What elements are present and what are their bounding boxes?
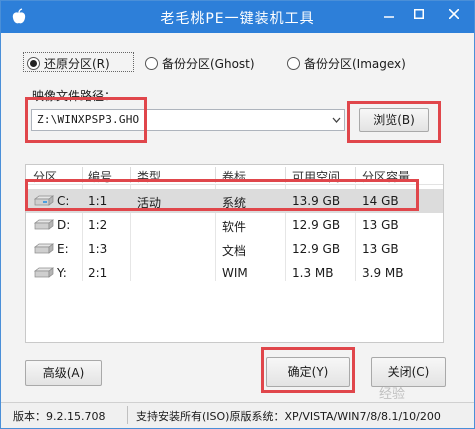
maximize-button[interactable] — [404, 1, 434, 27]
browse-button[interactable]: 浏览(B) — [359, 108, 429, 132]
radio-backup-imagex[interactable]: 备份分区(Imagex) — [287, 54, 406, 72]
column-header[interactable]: 分区 — [33, 168, 57, 185]
image-path-combobox[interactable]: Z:\WINXPSP3.GHO — [31, 109, 345, 131]
column-header[interactable]: 可用空间 — [292, 168, 340, 185]
partition-table[interactable]: 分区 编号 类型 卷标 可用空间 分区容量 C: 1:1 活动 系统 13.9 … — [25, 164, 444, 343]
column-header[interactable]: 类型 — [137, 168, 161, 185]
radio-backup-ghost[interactable]: 备份分区(Ghost) — [145, 54, 255, 72]
cell-size: 3.9 MB — [362, 266, 404, 280]
title-bar[interactable]: 老毛桃PE一键装机工具 — [1, 1, 474, 33]
hard-drive-icon — [33, 243, 55, 254]
cell-drive: Y: — [57, 266, 67, 280]
cell-free: 12.9 GB — [292, 218, 341, 232]
table-header: 分区 编号 类型 卷标 可用空间 分区容量 — [26, 165, 443, 185]
cell-free: 1.3 MB — [292, 266, 334, 280]
image-path-value: Z:\WINXPSP3.GHO — [37, 113, 140, 126]
radio-dot — [145, 56, 158, 70]
radio-dot — [287, 56, 300, 70]
radio-label: 备份分区(Imagex) — [304, 56, 406, 71]
hard-drive-icon — [33, 195, 55, 206]
cell-number: 1:1 — [88, 194, 108, 208]
status-divider — [127, 406, 128, 424]
header-divider — [355, 167, 356, 183]
column-header[interactable]: 卷标 — [222, 168, 246, 185]
close-window-button[interactable] — [434, 1, 474, 27]
chevron-down-icon[interactable] — [332, 116, 341, 124]
table-row[interactable]: D: 1:2 软件 12.9 GB 13 GB — [26, 213, 443, 237]
cell-label: 软件 — [222, 220, 247, 234]
ok-button[interactable]: 确定(Y) — [266, 357, 350, 387]
header-divider — [82, 167, 83, 183]
cell-free: 13.9 GB — [292, 194, 341, 208]
status-bar: 版本：9.2.15.708 支持安装所有(ISO)原版系统：XP/VISTA/W… — [1, 402, 474, 428]
table-row[interactable]: C: 1:1 活动 系统 13.9 GB 14 GB — [26, 189, 443, 213]
header-divider — [130, 167, 131, 183]
minimize-button[interactable] — [374, 1, 404, 27]
close-icon — [449, 9, 459, 19]
radio-restore-partition[interactable]: 还原分区(R) — [27, 54, 110, 72]
maximize-icon — [414, 9, 424, 19]
radio-dot — [27, 56, 40, 70]
browse-button-label: 浏览(B) — [373, 113, 415, 127]
table-row[interactable]: Y: 2:1 WIM 1.3 MB 3.9 MB — [26, 261, 443, 285]
ok-button-label: 确定(Y) — [287, 365, 329, 379]
cell-free: 12.9 GB — [292, 242, 341, 256]
radio-label: 还原分区(R) — [44, 56, 110, 71]
image-path-label: 映像文件路径： — [32, 89, 117, 103]
cell-label: 系统 — [222, 196, 247, 210]
close-button-label: 关闭(C) — [387, 365, 430, 379]
header-divider — [215, 167, 216, 183]
cell-number: 1:2 — [88, 218, 108, 232]
table-row[interactable]: E: 1:3 文档 12.9 GB 13 GB — [26, 237, 443, 261]
support-text: 支持安装所有(ISO)原版系统：XP/VISTA/WIN7/8/8.1/10/2… — [136, 410, 441, 423]
cell-size: 13 GB — [362, 218, 399, 232]
advanced-button[interactable]: 高级(A) — [25, 360, 102, 386]
cell-number: 2:1 — [88, 266, 108, 280]
column-header[interactable]: 分区容量 — [362, 168, 410, 185]
cell-drive: C: — [57, 194, 70, 208]
cell-label: WIM — [222, 266, 248, 280]
minimize-icon — [384, 16, 394, 18]
radio-label: 备份分区(Ghost) — [162, 56, 255, 71]
cell-type: 活动 — [137, 196, 162, 210]
installer-window: 老毛桃PE一键装机工具 还原分区(R) 备份分区(Ghost) 备份分区(Ima… — [0, 0, 475, 429]
cell-number: 1:3 — [88, 242, 108, 256]
header-divider — [285, 167, 286, 183]
cell-size: 13 GB — [362, 242, 399, 256]
cell-label: 文档 — [222, 244, 247, 258]
cell-drive: D: — [57, 218, 71, 232]
hard-drive-icon — [33, 267, 55, 278]
hard-drive-icon — [33, 219, 55, 230]
advanced-button-label: 高级(A) — [42, 366, 85, 380]
column-header[interactable]: 编号 — [88, 168, 112, 185]
version-text: 版本：9.2.15.708 — [13, 410, 106, 423]
cell-drive: E: — [57, 242, 69, 256]
cell-size: 14 GB — [362, 194, 399, 208]
